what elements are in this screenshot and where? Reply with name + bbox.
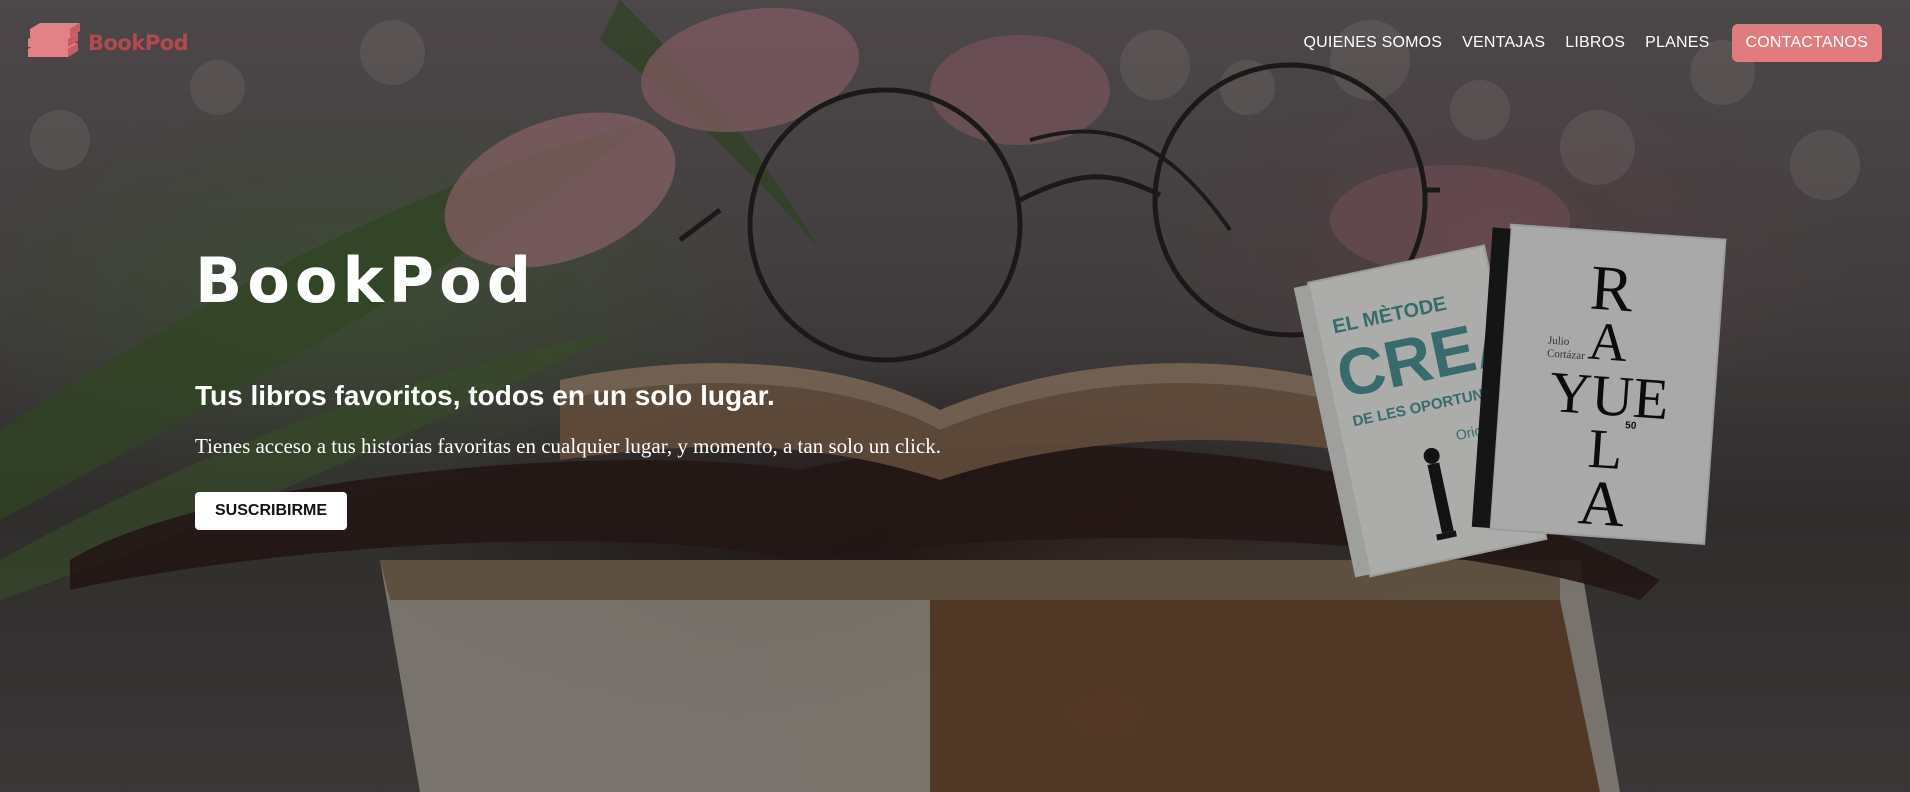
hero-description: Tienes acceso a tus historias favoritas … [195, 434, 942, 458]
nav-link-ventajas[interactable]: VENTAJAS [1452, 26, 1555, 60]
brand-logo[interactable]: BookPod [24, 21, 189, 66]
hero-content: BookPod Tus libros favoritos, todos en u… [195, 250, 1095, 530]
hero-title: BookPod [195, 244, 537, 317]
subscribe-button[interactable]: SUSCRIBIRME [195, 492, 348, 530]
contact-button[interactable]: CONTACTANOS [1731, 24, 1882, 62]
navbar: BookPod QUIENES SOMOS VENTAJAS LIBROS PL… [0, 0, 1910, 86]
nav-menu: QUIENES SOMOS VENTAJAS LIBROS PLANES CON… [1294, 24, 1882, 62]
hero-subtitle: Tus libros favoritos, todos en un solo l… [195, 380, 775, 411]
nav-link-planes[interactable]: PLANES [1635, 26, 1719, 60]
hero-section: EL MÈTODE CREA DE LES OPORTUNITAT Oriol … [0, 0, 1910, 792]
nav-link-quienes-somos[interactable]: QUIENES SOMOS [1294, 26, 1453, 60]
brand-name: BookPod [88, 31, 189, 55]
nav-link-libros[interactable]: LIBROS [1555, 26, 1635, 60]
stacked-books-icon [24, 21, 86, 66]
